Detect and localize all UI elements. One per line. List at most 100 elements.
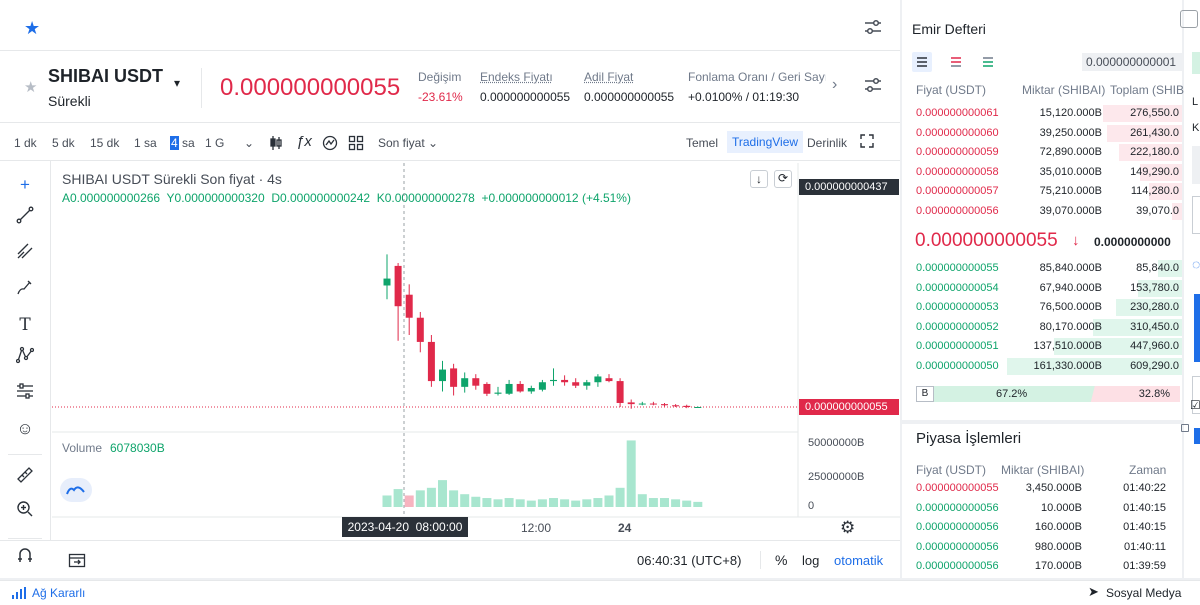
candle-body <box>661 404 668 406</box>
trade-row: 0.000000000056 980.000B 01:40:11 <box>902 538 1182 557</box>
bid-row[interactable]: 0.000000000050 161,330.000B 609,290.0 <box>902 357 1182 376</box>
trade-price: 0.000000000056 <box>916 501 999 514</box>
percent-toggle[interactable]: % <box>775 552 787 568</box>
time-tick-1200: 12:00 <box>521 521 552 535</box>
candle-body <box>461 378 469 387</box>
row-total: 222,180.0 <box>1130 146 1179 158</box>
ask-row[interactable]: 0.000000000061 15,120.000B 276,550.0 <box>902 104 1182 123</box>
precision-select[interactable]: 0.000000000001 <box>1082 53 1182 71</box>
social-media-link[interactable]: Sosyal Medya <box>1106 586 1181 600</box>
candle-body <box>605 378 613 382</box>
buy-sell-ratio-bar: B 67.2% 32.8% <box>916 386 1180 402</box>
volume-bar <box>515 499 525 507</box>
row-price: 0.000000000055 <box>916 262 999 274</box>
tr-header-amount: Miktar (SHIBAI) <box>1001 463 1085 477</box>
candle-body <box>583 382 591 386</box>
trade-price: 0.000000000056 <box>916 521 999 533</box>
candle-body <box>694 407 702 408</box>
volume-bar <box>693 501 703 507</box>
row-total: 39,070.0 <box>1136 204 1179 217</box>
row-price: 0.000000000061 <box>916 107 999 119</box>
ask-row[interactable]: 0.000000000058 35,010.000B 149,290.0 <box>902 163 1182 182</box>
ask-row[interactable]: 0.000000000057 75,210.000B 114,280.0 <box>902 182 1182 201</box>
close-square-icon[interactable] <box>1180 10 1198 28</box>
date-range-icon[interactable] <box>68 552 86 571</box>
volume-bar <box>426 487 436 507</box>
row-price: 0.000000000057 <box>916 185 999 197</box>
trade-price: 0.000000000055 <box>916 482 999 494</box>
chart-clock: 06:40:31 (UTC+8) <box>637 553 742 568</box>
ob-mid-arrow-down-icon: ↓ <box>1072 232 1080 249</box>
input-cut-2[interactable] <box>1192 196 1200 234</box>
buy-tab-cut[interactable] <box>1192 52 1200 74</box>
view-both-icon[interactable] <box>912 52 932 72</box>
trade-price: 0.000000000056 <box>916 540 999 553</box>
trade-row: 0.000000000056 160.000B 01:40:15 <box>902 518 1182 537</box>
ask-row[interactable]: 0.000000000059 72,890.000B 222,180.0 <box>902 143 1182 162</box>
tr-header-time: Zaman <box>1129 463 1167 477</box>
orderbook-title: Emir Defteri <box>912 21 986 37</box>
volume-bar <box>393 489 403 507</box>
trade-amount: 3,450.000B <box>1025 482 1082 494</box>
volume-bar <box>671 499 681 507</box>
volume-bar <box>593 498 603 507</box>
row-total: 261,430.0 <box>1130 126 1179 139</box>
candle-body <box>505 383 513 394</box>
volume-bar <box>404 495 414 507</box>
volume-bar <box>637 494 647 507</box>
chart-settings-gear-icon[interactable]: ⚙ <box>840 518 855 538</box>
axis-last-price-label: 0.000000000055 <box>799 399 899 415</box>
ask-row[interactable]: 0.000000000060 39,250.000B 261,430.0 <box>902 124 1182 143</box>
checkbox-cut[interactable] <box>1194 428 1200 444</box>
bid-row[interactable]: 0.000000000053 76,500.000B 230,280.0 <box>902 298 1182 317</box>
bid-row[interactable]: 0.000000000055 85,840.000B 85,840.0 <box>902 259 1182 278</box>
row-total: 153,780.0 <box>1130 281 1179 294</box>
candle-body <box>516 383 524 392</box>
trade-time: 01:40:11 <box>1123 540 1166 553</box>
candle-body <box>416 317 424 342</box>
trade-price: 0.000000000056 <box>916 560 999 572</box>
candle-body <box>538 382 546 390</box>
ask-row[interactable]: 0.000000000056 39,070.000B 39,070.0 <box>902 202 1182 221</box>
bid-row[interactable]: 0.000000000054 67,940.000B 153,780.0 <box>902 279 1182 298</box>
volume-tick-high: 50000000B <box>808 437 865 449</box>
volume-bar <box>537 499 547 507</box>
candle-body <box>550 379 557 382</box>
candle-body <box>494 392 502 394</box>
bid-row[interactable]: 0.000000000052 80,170.000B 310,450.0 <box>902 318 1182 337</box>
network-status: Ağ Kararlı <box>32 586 86 600</box>
send-icon[interactable]: ➤ <box>1088 584 1099 600</box>
bid-row[interactable]: 0.000000000051 137,510.000B 447,960.0 <box>902 337 1182 356</box>
trade-row: 0.000000000056 170.000B 01:39:59 <box>902 557 1182 576</box>
row-total: 230,280.0 <box>1130 301 1179 313</box>
expand-icon[interactable] <box>1181 424 1189 432</box>
submit-button-cut[interactable] <box>1194 294 1200 362</box>
view-asks-icon[interactable] <box>946 52 966 75</box>
volume-bar <box>615 487 625 507</box>
volume-bar <box>582 499 592 507</box>
row-price: 0.000000000052 <box>916 320 999 333</box>
row-total: 276,550.0 <box>1130 107 1179 119</box>
row-price: 0.000000000051 <box>916 340 999 352</box>
right-cut-label-l: L <box>1192 96 1199 108</box>
row-price: 0.000000000060 <box>916 126 999 139</box>
buy-percent: 67.2% <box>996 388 1028 400</box>
ob-header-amount: Miktar (SHIBAI) <box>1022 83 1106 97</box>
candlestick-chart[interactable] <box>0 0 900 578</box>
volume-bar <box>493 499 503 507</box>
log-toggle[interactable]: log <box>802 553 819 568</box>
ob-header-price: Fiyat (USDT) <box>916 83 986 97</box>
view-bids-icon[interactable] <box>978 52 998 75</box>
checkbox-icon[interactable]: ☑ <box>1190 398 1200 412</box>
auto-scale-toggle[interactable]: otomatik <box>834 553 883 568</box>
candle-body <box>405 294 413 318</box>
market-trades-panel: Piyasa İşlemleri Fiyat (USDT) Miktar (SH… <box>902 424 1182 578</box>
trade-amount: 10.000B <box>1041 501 1082 514</box>
input-cut[interactable] <box>1192 146 1200 184</box>
loading-icon: ◌ <box>1192 256 1200 272</box>
trade-time: 01:39:59 <box>1123 560 1166 572</box>
candle-body <box>394 265 402 307</box>
trade-row: 0.000000000055 3,450.000B 01:40:22 <box>902 479 1182 498</box>
trade-row: 0.000000000056 10.000B 01:40:15 <box>902 499 1182 518</box>
volume-bar <box>648 498 658 507</box>
